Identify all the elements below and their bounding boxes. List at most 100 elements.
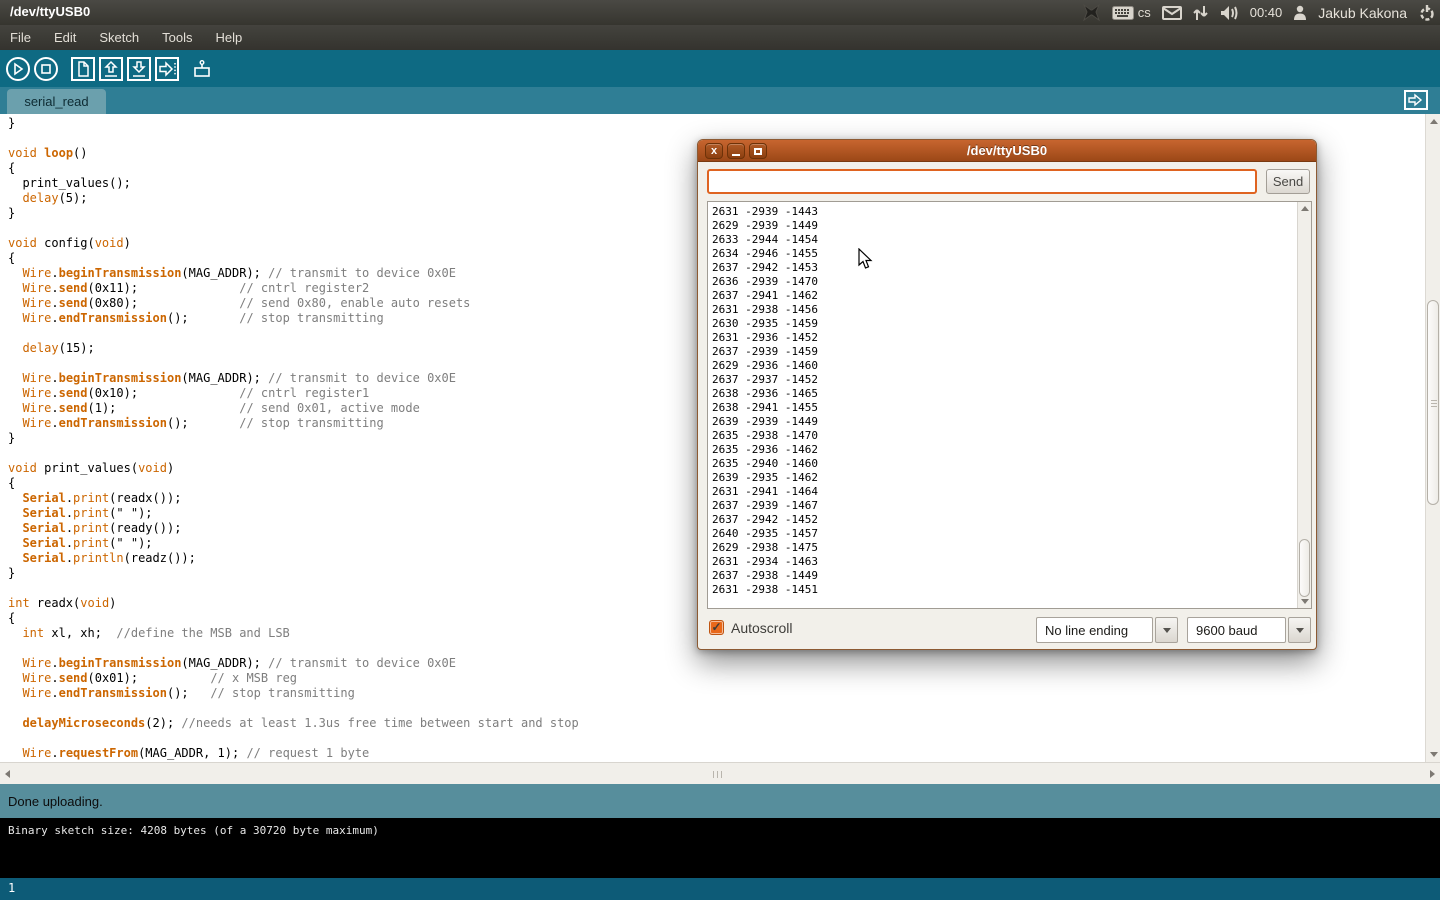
editor-horizontal-scrollbar[interactable] <box>0 762 1440 784</box>
upload-button[interactable] <box>154 56 180 82</box>
username[interactable]: Jakub Kakona <box>1318 5 1407 21</box>
serial-line: 2631 -2936 -1452 <box>712 331 1311 345</box>
autoscroll-label: Autoscroll <box>731 620 792 636</box>
scroll-right-arrow-icon[interactable] <box>1430 770 1435 778</box>
scrollbar-grip[interactable] <box>717 771 718 778</box>
volume-icon[interactable] <box>1220 5 1239 21</box>
menu-sketch[interactable]: Sketch <box>99 30 139 45</box>
code-line <box>8 701 1425 716</box>
code-line: Wire.endTransmission(); // stop transmit… <box>8 686 1425 701</box>
mouse-cursor <box>858 248 873 275</box>
serial-line: 2639 -2939 -1449 <box>712 415 1311 429</box>
scrollbar-thumb[interactable] <box>1427 300 1439 505</box>
line-ending-dropdown-button[interactable] <box>1155 617 1178 643</box>
serial-line: 2638 -2941 -1455 <box>712 401 1311 415</box>
open-sketch-button[interactable] <box>98 56 124 82</box>
tab-serial-read[interactable]: serial_read <box>7 89 106 114</box>
serial-line: 2631 -2938 -1456 <box>712 303 1311 317</box>
network-icon[interactable] <box>1193 5 1209 21</box>
serial-line: 2637 -2939 -1459 <box>712 345 1311 359</box>
baud-dropdown-button[interactable] <box>1288 617 1311 643</box>
line-ending-select[interactable]: No line ending <box>1036 617 1153 643</box>
scroll-up-arrow-icon[interactable] <box>1430 119 1438 124</box>
applet-indicator-icon[interactable] <box>1083 4 1101 21</box>
serial-line: 2637 -2937 -1452 <box>712 373 1311 387</box>
serial-line: 2634 -2946 -1455 <box>712 247 1311 261</box>
line-indicator: 1 <box>0 878 1440 900</box>
baud-value: 9600 baud <box>1196 623 1257 638</box>
status-bar: Done uploading. <box>0 784 1440 818</box>
autoscroll-checkbox[interactable]: ✓ <box>709 620 724 635</box>
serial-monitor-titlebar[interactable]: x /dev/ttyUSB0 <box>698 140 1316 162</box>
serial-input-field[interactable] <box>707 169 1257 194</box>
keyboard-layout-icon[interactable]: cs <box>1112 5 1151 20</box>
new-sketch-button[interactable] <box>70 56 96 82</box>
save-sketch-button[interactable] <box>126 56 152 82</box>
serial-line: 2629 -2936 -1460 <box>712 359 1311 373</box>
serial-line: 2638 -2936 -1465 <box>712 387 1311 401</box>
serial-monitor-button[interactable] <box>189 56 215 82</box>
serial-line: 2636 -2939 -1470 <box>712 275 1311 289</box>
serial-line: 2635 -2940 -1460 <box>712 457 1311 471</box>
code-line <box>8 731 1425 746</box>
menubar: File Edit Sketch Tools Help <box>0 25 1440 50</box>
serial-monitor-controls: ✓ Autoscroll No line ending 9600 baud <box>698 617 1316 649</box>
serial-line: 2631 -2941 -1464 <box>712 485 1311 499</box>
menu-help[interactable]: Help <box>215 30 242 45</box>
menu-tools[interactable]: Tools <box>162 30 192 45</box>
session-gear-icon[interactable] <box>1418 4 1436 22</box>
serial-line: 2631 -2938 -1451 <box>712 583 1311 597</box>
scroll-up-arrow-icon[interactable] <box>1301 206 1309 211</box>
serial-line: 2631 -2939 -1443 <box>712 205 1311 219</box>
serial-line: 2629 -2938 -1475 <box>712 541 1311 555</box>
tab-bar: serial_read <box>0 87 1440 114</box>
code-line: Wire.requestFrom(MAG_ADDR, 1); // reques… <box>8 746 1425 761</box>
screen: /dev/ttyUSB0 cs 00:40 Jakub Kakona <box>0 0 1440 900</box>
new-tab-button[interactable] <box>1404 90 1428 110</box>
serial-line: 2633 -2944 -1454 <box>712 233 1311 247</box>
console-text: Binary sketch size: 4208 bytes (of a 307… <box>8 824 379 837</box>
code-line: } <box>8 116 1425 131</box>
serial-line: 2637 -2939 -1467 <box>712 499 1311 513</box>
serial-scrollbar[interactable] <box>1297 202 1311 608</box>
code-line: delayMicroseconds(2); //needs at least 1… <box>8 716 1425 731</box>
serial-monitor-window: x /dev/ttyUSB0 Send 2631 -2939 -14432629… <box>697 139 1317 650</box>
clock[interactable]: 00:40 <box>1250 5 1283 20</box>
panel-window-title: /dev/ttyUSB0 <box>10 4 90 19</box>
serial-line: 2639 -2935 -1462 <box>712 471 1311 485</box>
scroll-down-arrow-icon[interactable] <box>1301 599 1309 604</box>
serial-line: 2640 -2935 -1457 <box>712 527 1311 541</box>
send-button[interactable]: Send <box>1266 169 1310 194</box>
system-tray: cs 00:40 Jakub Kakona <box>1083 0 1436 25</box>
top-panel: /dev/ttyUSB0 cs 00:40 Jakub Kakona <box>0 0 1440 25</box>
serial-line: 2637 -2942 -1453 <box>712 261 1311 275</box>
serial-line: 2630 -2935 -1459 <box>712 317 1311 331</box>
verify-button[interactable] <box>5 56 31 82</box>
stop-button[interactable] <box>33 56 59 82</box>
serial-line: 2635 -2936 -1462 <box>712 443 1311 457</box>
user-icon <box>1293 5 1307 20</box>
chevron-down-icon <box>1163 628 1171 633</box>
scroll-down-arrow-icon[interactable] <box>1430 752 1438 757</box>
keyboard-layout-label[interactable]: cs <box>1138 5 1151 20</box>
serial-output-area[interactable]: 2631 -2939 -14432629 -2939 -14492633 -29… <box>707 201 1312 609</box>
editor-vertical-scrollbar[interactable] <box>1425 114 1440 762</box>
mail-icon[interactable] <box>1162 6 1182 20</box>
toolbar <box>0 50 1440 87</box>
scrollbar-thumb[interactable] <box>1299 539 1310 597</box>
scroll-left-arrow-icon[interactable] <box>5 770 10 778</box>
code-line: Wire.beginTransmission(MAG_ADDR); // tra… <box>8 656 1425 671</box>
line-ending-value: No line ending <box>1045 623 1128 638</box>
serial-line: 2629 -2939 -1449 <box>712 219 1311 233</box>
console-output: Binary sketch size: 4208 bytes (of a 307… <box>0 818 1440 878</box>
serial-line: 2635 -2938 -1470 <box>712 429 1311 443</box>
serial-monitor-title: /dev/ttyUSB0 <box>698 143 1316 158</box>
menu-edit[interactable]: Edit <box>54 30 76 45</box>
line-number: 1 <box>8 881 15 895</box>
serial-line: 2631 -2934 -1463 <box>712 555 1311 569</box>
menu-file[interactable]: File <box>10 30 31 45</box>
baud-select[interactable]: 9600 baud <box>1187 617 1286 643</box>
status-message: Done uploading. <box>8 794 103 809</box>
code-line: Wire.send(0x01); // x MSB reg <box>8 671 1425 686</box>
chevron-down-icon <box>1296 628 1304 633</box>
